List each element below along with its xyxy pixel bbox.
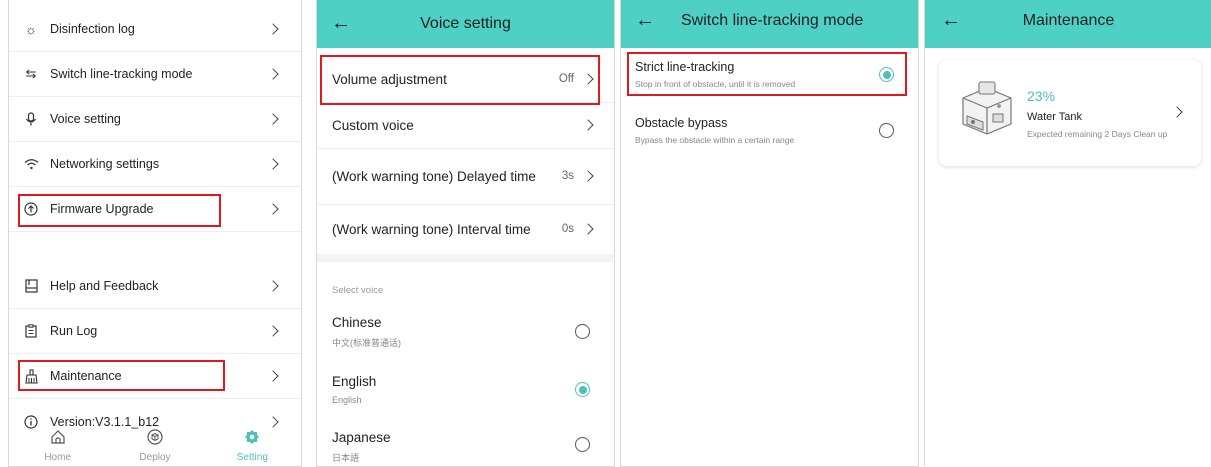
delayed-time-row[interactable]: (Work warning tone) Delayed time 3s <box>317 148 614 205</box>
chevron-right-icon <box>267 325 279 337</box>
voice-subtitle: English <box>332 395 362 405</box>
maintenance-item[interactable]: Maintenance <box>9 354 301 399</box>
voice-subtitle: 日本語 <box>332 453 360 463</box>
tab-setting[interactable]: Setting <box>204 428 301 466</box>
wifi-icon <box>23 156 39 172</box>
row-label: Volume adjustment <box>332 71 447 87</box>
line-tracking-panel: ← Switch line-tracking mode Strict line-… <box>620 0 919 467</box>
custom-voice-row[interactable]: Custom voice <box>317 102 614 149</box>
help-feedback-item[interactable]: Help and Feedback <box>9 264 301 309</box>
run-log-item[interactable]: Run Log <box>9 309 301 354</box>
home-icon <box>50 429 66 450</box>
radio-button[interactable] <box>575 437 590 452</box>
item-label: Firmware Upgrade <box>50 202 154 216</box>
chevron-right-icon <box>267 158 279 170</box>
chevron-right-icon <box>1171 106 1183 118</box>
row-label: (Work warning tone) Interval time <box>332 221 531 237</box>
tank-name: Water Tank <box>1027 111 1083 123</box>
chevron-right-icon <box>582 73 594 85</box>
item-label: Voice setting <box>50 112 121 126</box>
voice-subtitle: 中文(标准普通话) <box>332 338 401 348</box>
radio-button-selected[interactable] <box>879 67 894 82</box>
water-tank-card[interactable]: 23% Water Tank Expected remaining 2 Days… <box>939 60 1201 166</box>
tab-label: Home <box>44 452 71 463</box>
disinfection-log-item[interactable]: ☼ Disinfection log <box>9 7 301 52</box>
item-label: Networking settings <box>50 157 160 171</box>
back-arrow-icon[interactable]: ← <box>331 11 351 35</box>
header: ← Switch line-tracking mode <box>621 0 918 48</box>
item-label: Switch line-tracking mode <box>50 67 193 81</box>
chevron-right-icon <box>582 119 594 131</box>
broom-icon <box>23 368 39 384</box>
page-title: Switch line-tracking mode <box>681 12 864 29</box>
voice-name: Japanese <box>332 430 391 445</box>
gear-icon <box>244 429 260 450</box>
chevron-right-icon <box>267 416 279 428</box>
row-label: Custom voice <box>332 117 414 133</box>
section-label: Select voice <box>332 285 384 296</box>
microphone-icon <box>23 111 39 127</box>
option-description: Stop in front of obstacle, until it is r… <box>635 79 796 89</box>
item-label: Version:V3.1.1_b12 <box>50 415 160 429</box>
sun-icon: ☼ <box>25 21 37 37</box>
item-label: Run Log <box>50 324 98 338</box>
maintenance-panel: ← Maintenance 23% Water Tank Expected re… <box>924 0 1211 466</box>
option-description: Bypass the obstacle within a certain ran… <box>635 135 795 145</box>
item-label: Maintenance <box>50 369 122 383</box>
voice-option-chinese[interactable]: Chinese 中文(标准普通话) <box>317 307 614 365</box>
tank-description: Expected remaining 2 Days Clean up <box>1027 129 1168 139</box>
chevron-right-icon <box>582 170 594 182</box>
clipboard-icon <box>23 323 39 339</box>
settings-panel: ☼ Disinfection log ⇆ Switch line-trackin… <box>8 0 302 467</box>
tank-percent: 23% <box>1027 88 1056 104</box>
upgrade-icon <box>23 201 39 217</box>
voice-name: Chinese <box>332 315 382 330</box>
back-arrow-icon[interactable]: ← <box>941 8 961 32</box>
radio-button[interactable] <box>879 123 894 138</box>
voice-option-english[interactable]: English English <box>317 366 614 424</box>
item-label: Disinfection log <box>50 22 135 36</box>
header: ← Voice setting <box>317 0 614 48</box>
tab-home[interactable]: Home <box>9 428 106 466</box>
row-value: 3s <box>561 170 574 182</box>
row-label: (Work warning tone) Delayed time <box>332 168 536 184</box>
chevron-right-icon <box>267 370 279 382</box>
header: ← Maintenance <box>925 0 1211 48</box>
strict-line-tracking-option[interactable]: Strict line-tracking Stop in front of ob… <box>621 50 918 100</box>
volume-adjustment-row[interactable]: Volume adjustment Off <box>317 56 614 103</box>
firmware-upgrade-item[interactable]: Firmware Upgrade <box>9 187 301 232</box>
chevron-right-icon <box>582 223 594 235</box>
radio-button-selected[interactable] <box>575 382 590 397</box>
option-name: Strict line-tracking <box>635 60 735 74</box>
voice-setting-panel: ← Voice setting Volume adjustment Off Cu… <box>316 0 615 467</box>
chevron-right-icon <box>267 113 279 125</box>
voice-name: English <box>332 374 377 389</box>
tab-label: Deploy <box>139 452 171 463</box>
chevron-right-icon <box>267 203 279 215</box>
obstacle-bypass-option[interactable]: Obstacle bypass Bypass the obstacle with… <box>621 106 918 156</box>
tab-label: Setting <box>236 452 268 463</box>
page-title: Voice setting <box>420 15 511 32</box>
networking-settings-item[interactable]: Networking settings <box>9 142 301 187</box>
page-title: Maintenance <box>1022 12 1115 29</box>
switch-icon: ⇆ <box>25 66 37 81</box>
bottom-tab-bar: Home Deploy Setting <box>9 428 301 466</box>
switch-line-tracking-item[interactable]: ⇆ Switch line-tracking mode <box>9 52 301 97</box>
chevron-right-icon <box>267 280 279 292</box>
interval-time-row[interactable]: (Work warning tone) Interval time 0s <box>317 204 614 262</box>
chevron-right-icon <box>267 68 279 80</box>
voice-option-japanese[interactable]: Japanese 日本語 <box>317 422 614 466</box>
row-value: 0s <box>561 223 574 235</box>
row-value: Off <box>558 73 574 85</box>
tab-deploy[interactable]: Deploy <box>106 428 203 466</box>
back-arrow-icon[interactable]: ← <box>635 8 655 32</box>
water-tank-icon <box>955 76 1019 140</box>
chevron-right-icon <box>267 23 279 35</box>
cube-icon <box>147 429 163 450</box>
voice-setting-item[interactable]: Voice setting <box>9 97 301 142</box>
option-name: Obstacle bypass <box>635 116 728 130</box>
item-label: Help and Feedback <box>50 279 159 293</box>
book-icon <box>23 278 39 294</box>
radio-button[interactable] <box>575 324 590 339</box>
